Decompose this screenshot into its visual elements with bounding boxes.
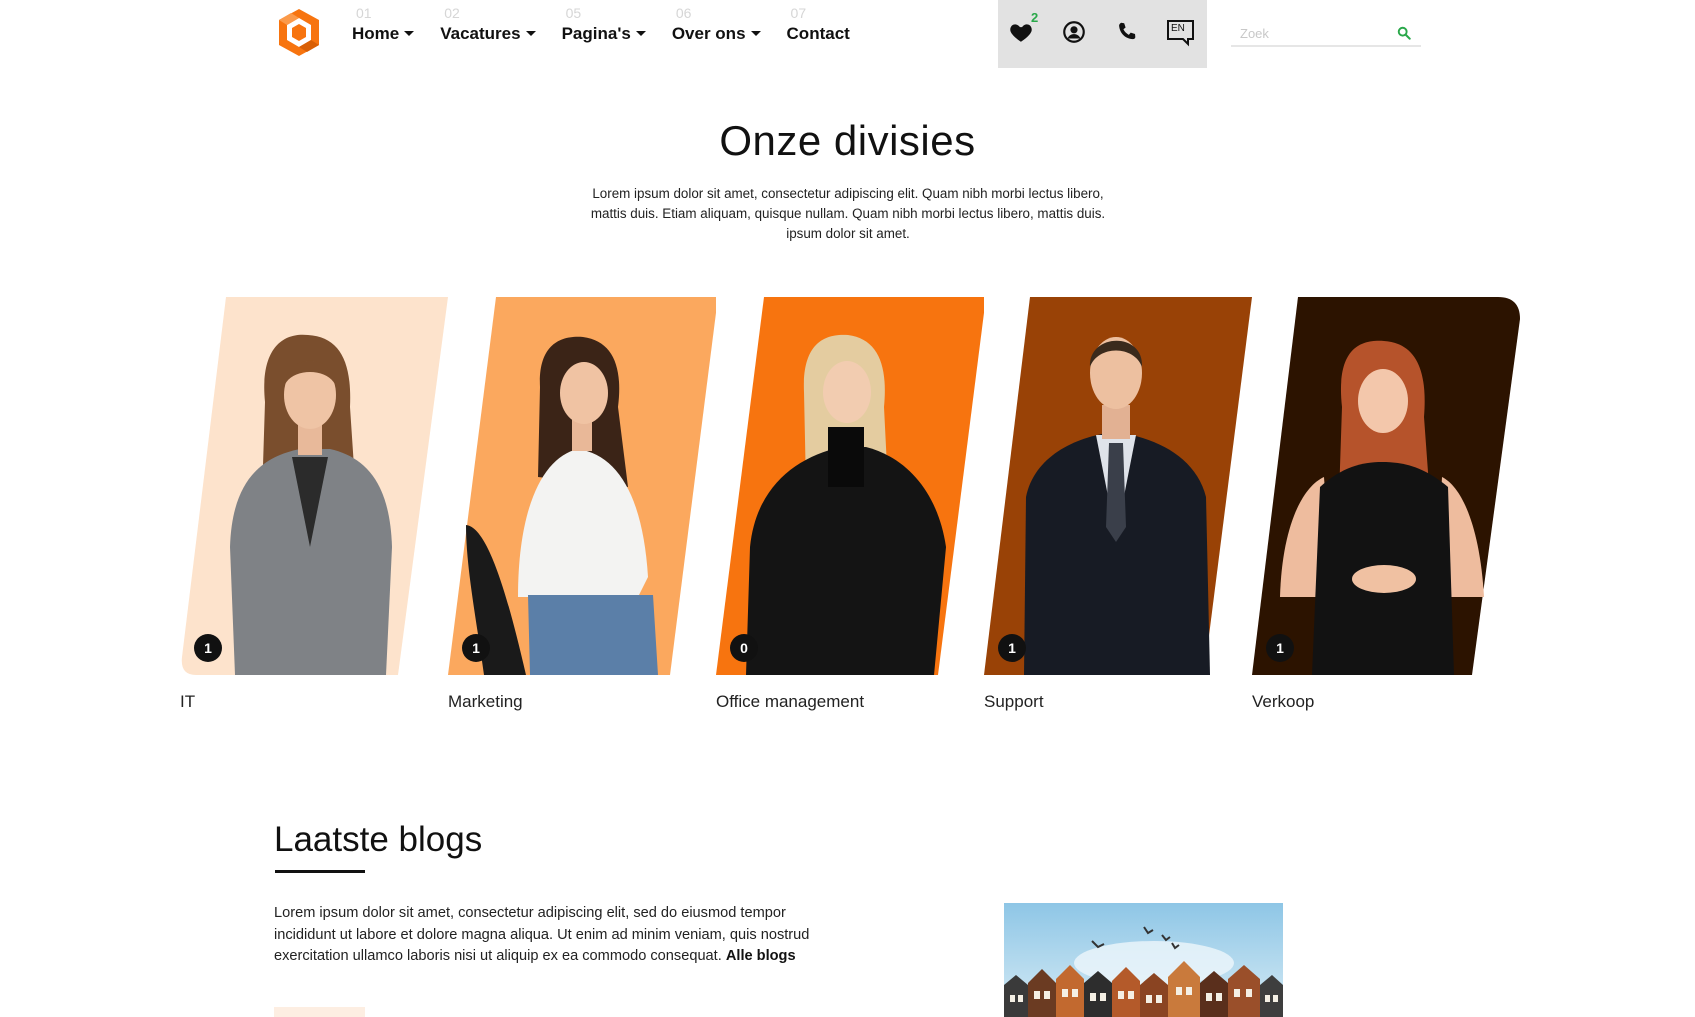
division-label: Marketing xyxy=(448,692,523,711)
division-card-office-management[interactable]: 0 Office management xyxy=(716,297,984,711)
division-label: Office management xyxy=(716,692,865,711)
nav-label: Home xyxy=(352,24,400,43)
blogs-intro: Lorem ipsum dolor sit amet, consectetur … xyxy=(274,903,834,968)
division-card-support[interactable]: 1 Support xyxy=(984,297,1252,711)
division-count-badge: 1 xyxy=(194,634,222,662)
blog-image[interactable] xyxy=(1004,903,1283,1017)
nav-label: Contact xyxy=(786,24,850,43)
nav-number: 02 xyxy=(444,5,460,21)
division-count-badge: 1 xyxy=(1266,634,1294,662)
language-label: EN xyxy=(1171,23,1185,34)
nav-label: Pagina's xyxy=(561,24,631,43)
division-card-marketing[interactable]: 1 Marketing xyxy=(448,297,716,711)
division-count-badge: 1 xyxy=(998,634,1026,662)
chevron-down-icon xyxy=(635,31,646,36)
search-input[interactable] xyxy=(1240,23,1390,43)
chevron-down-icon xyxy=(750,31,761,36)
divisions-title: Onze divisies xyxy=(719,117,976,164)
division-label: IT xyxy=(180,692,196,711)
nav-number: 07 xyxy=(790,5,807,21)
division-card-it[interactable]: 1 IT xyxy=(180,297,448,711)
division-label: Support xyxy=(984,692,1044,711)
nav-item-over-ons[interactable]: 06 Over ons xyxy=(672,0,761,44)
blogs-title: Laatste blogs xyxy=(274,820,483,859)
amsterdam-houses-image xyxy=(1004,903,1283,1017)
favorites-count-badge: 2 xyxy=(1031,10,1039,25)
division-card-verkoop[interactable]: 1 Verkoop xyxy=(1252,297,1520,711)
division-photo xyxy=(716,297,984,675)
nav-item-vacatures[interactable]: 02 Vacatures xyxy=(440,0,536,44)
nav-number: 01 xyxy=(356,5,372,21)
nav-label: Over ons xyxy=(671,24,746,43)
chevron-down-icon xyxy=(525,31,536,36)
nav-number: 06 xyxy=(675,5,692,21)
nav-item-home[interactable]: 01 Home xyxy=(352,0,415,44)
division-photo xyxy=(984,297,1252,675)
division-count-badge: 0 xyxy=(730,634,758,662)
nav-item-contact[interactable]: 07 Contact xyxy=(787,0,850,44)
blog-card[interactable] xyxy=(274,1007,365,1017)
nav-label: Vacatures xyxy=(440,24,521,43)
site-header: 01 Home 02 Vacatures 05 Pagina's 06 Over… xyxy=(0,0,1695,68)
nav-number: 05 xyxy=(565,5,582,21)
search-box xyxy=(1231,20,1421,47)
nav-item-paginas[interactable]: 05 Pagina's xyxy=(562,0,646,44)
phone-icon[interactable] xyxy=(1114,19,1140,45)
search-icon[interactable] xyxy=(1397,26,1411,40)
all-blogs-link[interactable]: Alle blogs xyxy=(726,948,796,964)
chevron-down-icon xyxy=(404,31,415,36)
division-label: Verkoop xyxy=(1252,692,1315,711)
division-count-badge: 1 xyxy=(462,634,490,662)
division-photo xyxy=(181,297,448,675)
divisions-description: Lorem ipsum dolor sit amet, consectetur … xyxy=(590,186,1106,241)
language-icon[interactable]: EN xyxy=(1166,19,1195,47)
division-photo xyxy=(448,297,716,675)
division-photo xyxy=(1252,297,1520,675)
logo-icon[interactable] xyxy=(275,7,323,59)
title-underline xyxy=(275,870,365,873)
user-icon[interactable] xyxy=(1061,19,1087,45)
main-nav: 01 Home 02 Vacatures 05 Pagina's 06 Over… xyxy=(352,0,876,68)
